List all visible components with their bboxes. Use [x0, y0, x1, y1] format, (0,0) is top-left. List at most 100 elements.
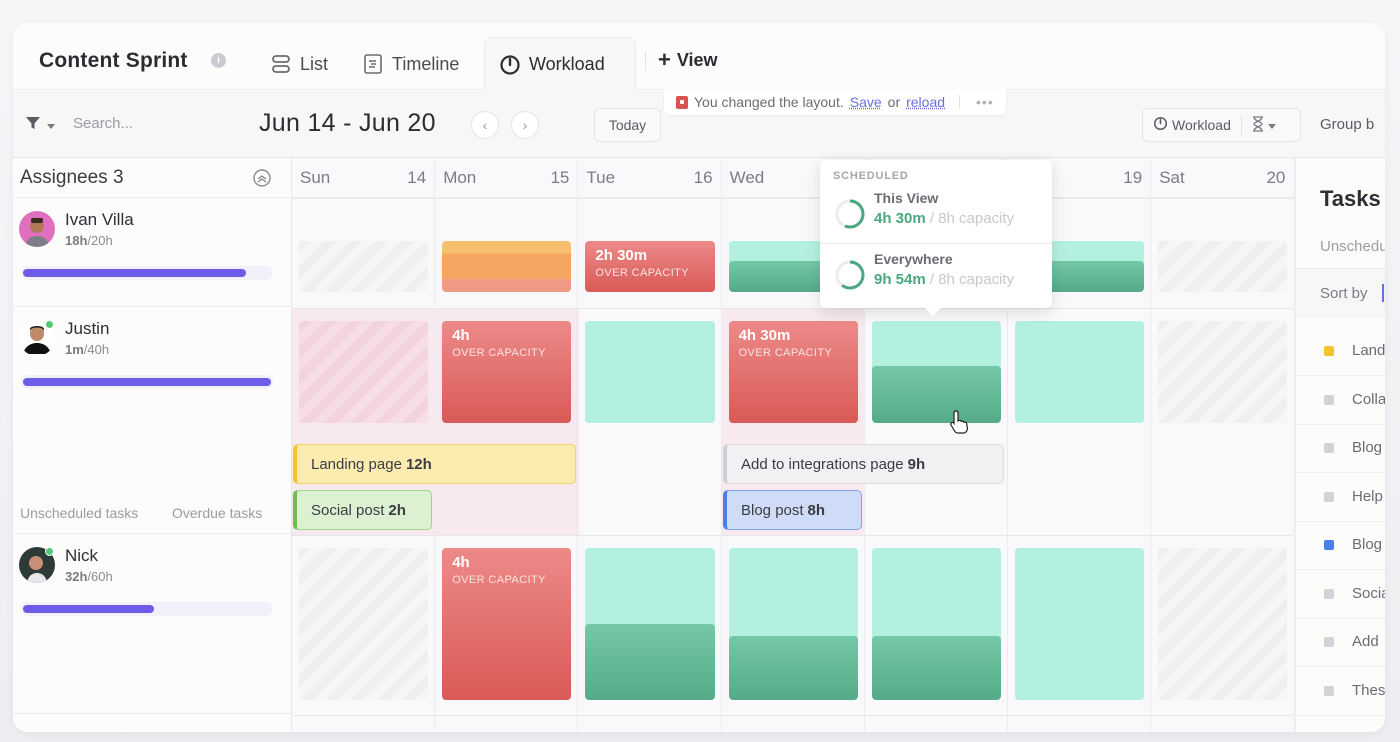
- assignee-row-ivan-villa[interactable]: Ivan Villa 18h/20h: [13, 198, 291, 307]
- day-date: 20: [1266, 168, 1286, 187]
- assignee-hours: 1m/40h: [65, 342, 110, 357]
- capacity-cell-partial[interactable]: [585, 548, 715, 700]
- workload-settings-button[interactable]: Workload: [1142, 108, 1301, 142]
- date-range: Jun 14 - Jun 20: [259, 109, 436, 137]
- assignee-hours: 32h/60h: [65, 569, 113, 584]
- overdue-tasks-link[interactable]: Overdue tasks: [172, 505, 262, 521]
- day-off-cell[interactable]: [1158, 241, 1288, 292]
- panel-title: Tasks: [1320, 186, 1381, 211]
- prev-week-button[interactable]: ‹: [471, 111, 499, 139]
- task-bar-social-post[interactable]: Social post 2h: [293, 490, 432, 530]
- assignee-row-justin[interactable]: Justin 1m/40h Unscheduled tasks Overdue …: [13, 307, 291, 534]
- day-name: Sat: [1159, 168, 1185, 187]
- group-by-button[interactable]: Group b: [1320, 116, 1374, 133]
- row-divider: [292, 198, 1294, 199]
- capacity-cell-available[interactable]: [1015, 321, 1145, 423]
- sort-by-control[interactable]: Sort by: [1296, 268, 1385, 318]
- chevron-right-icon: ›: [522, 117, 528, 133]
- capacity-cell-near-full[interactable]: [442, 241, 572, 292]
- assignees-header: Assignees 3: [13, 158, 291, 198]
- panel-subtitle[interactable]: Unscheduled: [1320, 238, 1385, 255]
- tooltip-label: Everywhere: [874, 251, 953, 267]
- scheduled-tooltip: SCHEDULED This View 4h 30m / 8h capacity…: [820, 160, 1052, 316]
- chevron-down-icon: [1267, 117, 1276, 133]
- capacity-bar: [21, 266, 273, 280]
- info-icon[interactable]: i: [211, 53, 226, 68]
- task-name: Add: [1352, 633, 1379, 650]
- list-icon: [270, 53, 292, 75]
- capacity-cell-over[interactable]: 2h 30m OVER CAPACITY: [585, 241, 715, 292]
- capacity-bar: [21, 375, 273, 389]
- view-header: Content Sprint i List Timeline Workload …: [13, 23, 1385, 91]
- task-bar-blog-post[interactable]: Blog post 8h: [723, 490, 862, 530]
- unscheduled-task-item[interactable]: Landing page: [1296, 328, 1385, 376]
- day-off-cell[interactable]: [299, 548, 429, 700]
- unscheduled-task-item[interactable]: Blog: [1296, 522, 1385, 570]
- day-header-tue: Tue 16: [578, 158, 722, 198]
- day-name: Mon: [443, 168, 477, 187]
- capacity-cell-partial[interactable]: [871, 321, 1001, 423]
- unscheduled-task-item[interactable]: Add: [1296, 619, 1385, 667]
- assignee-name: Justin: [65, 319, 110, 338]
- tab-workload[interactable]: Workload: [484, 37, 636, 91]
- over-capacity-label: OVER CAPACITY: [738, 347, 833, 359]
- progress-ring-icon: [835, 199, 865, 229]
- capacity-cell-available[interactable]: [1015, 548, 1145, 700]
- capacity-cell-over[interactable]: 4h OVER CAPACITY: [442, 321, 572, 423]
- collapse-all-icon[interactable]: [252, 168, 272, 188]
- capacity-bar-fill: [23, 605, 155, 613]
- workload-mode-button[interactable]: Workload: [1143, 115, 1242, 135]
- tab-timeline-label: Timeline: [392, 53, 460, 74]
- unscheduled-task-item[interactable]: Collab: [1296, 377, 1385, 425]
- task-name: Blog: [1352, 439, 1383, 456]
- unscheduled-task-item[interactable]: Social: [1296, 571, 1385, 619]
- assignee-name: Ivan Villa: [65, 210, 134, 229]
- assignee-name: Nick: [65, 546, 99, 565]
- unscheduled-tasks-link[interactable]: Unscheduled tasks: [20, 505, 138, 521]
- chevron-left-icon: ‹: [482, 117, 488, 133]
- divider: [959, 95, 961, 109]
- task-bar-add-to-integrations-page[interactable]: Add to integrations page 9h: [723, 444, 1004, 484]
- unscheduled-task-item[interactable]: Help: [1296, 474, 1385, 522]
- add-view-button[interactable]: + View: [658, 49, 718, 71]
- day-off-cell[interactable]: [299, 241, 429, 292]
- search-input[interactable]: [73, 115, 223, 132]
- capacity-bar-fill: [23, 378, 271, 386]
- day-off-cell[interactable]: [1158, 321, 1288, 423]
- chevron-down-icon: [47, 117, 55, 135]
- over-capacity-label: OVER CAPACITY: [452, 574, 546, 586]
- capacity-cell-available[interactable]: [585, 321, 715, 423]
- save-link[interactable]: Save: [850, 94, 882, 110]
- capacity-cell-over[interactable]: 4h OVER CAPACITY: [442, 548, 572, 700]
- row-divider: [292, 715, 1294, 716]
- filter-button[interactable]: [25, 115, 55, 136]
- day-off-cell[interactable]: [1158, 548, 1288, 700]
- status-color-icon: [1324, 685, 1334, 696]
- day-off-cell[interactable]: [299, 321, 429, 423]
- status-color-icon: [1324, 346, 1334, 356]
- capacity-cell-partial[interactable]: [871, 548, 1001, 700]
- tooltip-label: This View: [874, 190, 939, 206]
- task-name: Help: [1352, 487, 1383, 505]
- capacity-cell-partial[interactable]: [728, 548, 858, 700]
- tab-timeline[interactable]: Timeline: [348, 37, 473, 91]
- workload-icon: [499, 54, 521, 76]
- day-header-sat: Sat 20: [1151, 158, 1295, 198]
- unscheduled-task-item[interactable]: Blog: [1296, 425, 1385, 473]
- capacity-cell-over[interactable]: 4h 30m OVER CAPACITY: [728, 321, 858, 423]
- time-estimate-dropdown[interactable]: [1242, 115, 1286, 135]
- app-background: Content Sprint i List Timeline Workload …: [0, 0, 1400, 742]
- reload-link[interactable]: reload: [906, 94, 945, 110]
- task-bar-landing-page[interactable]: Landing page 12h: [293, 444, 576, 484]
- tooltip-row-this-view: This View 4h 30m / 8h capacity: [820, 184, 1052, 244]
- timeline-icon: [362, 53, 384, 75]
- workload-button-label: Workload: [1172, 117, 1231, 133]
- unscheduled-task-item[interactable]: These: [1296, 668, 1385, 716]
- more-icon[interactable]: •••: [976, 94, 994, 110]
- row-divider: [292, 308, 1294, 309]
- online-status-icon: [45, 547, 54, 556]
- tab-list[interactable]: List: [256, 37, 342, 91]
- assignee-row-nick[interactable]: Nick 32h/60h: [13, 534, 291, 714]
- today-button[interactable]: Today: [594, 108, 661, 142]
- next-week-button[interactable]: ›: [511, 111, 539, 139]
